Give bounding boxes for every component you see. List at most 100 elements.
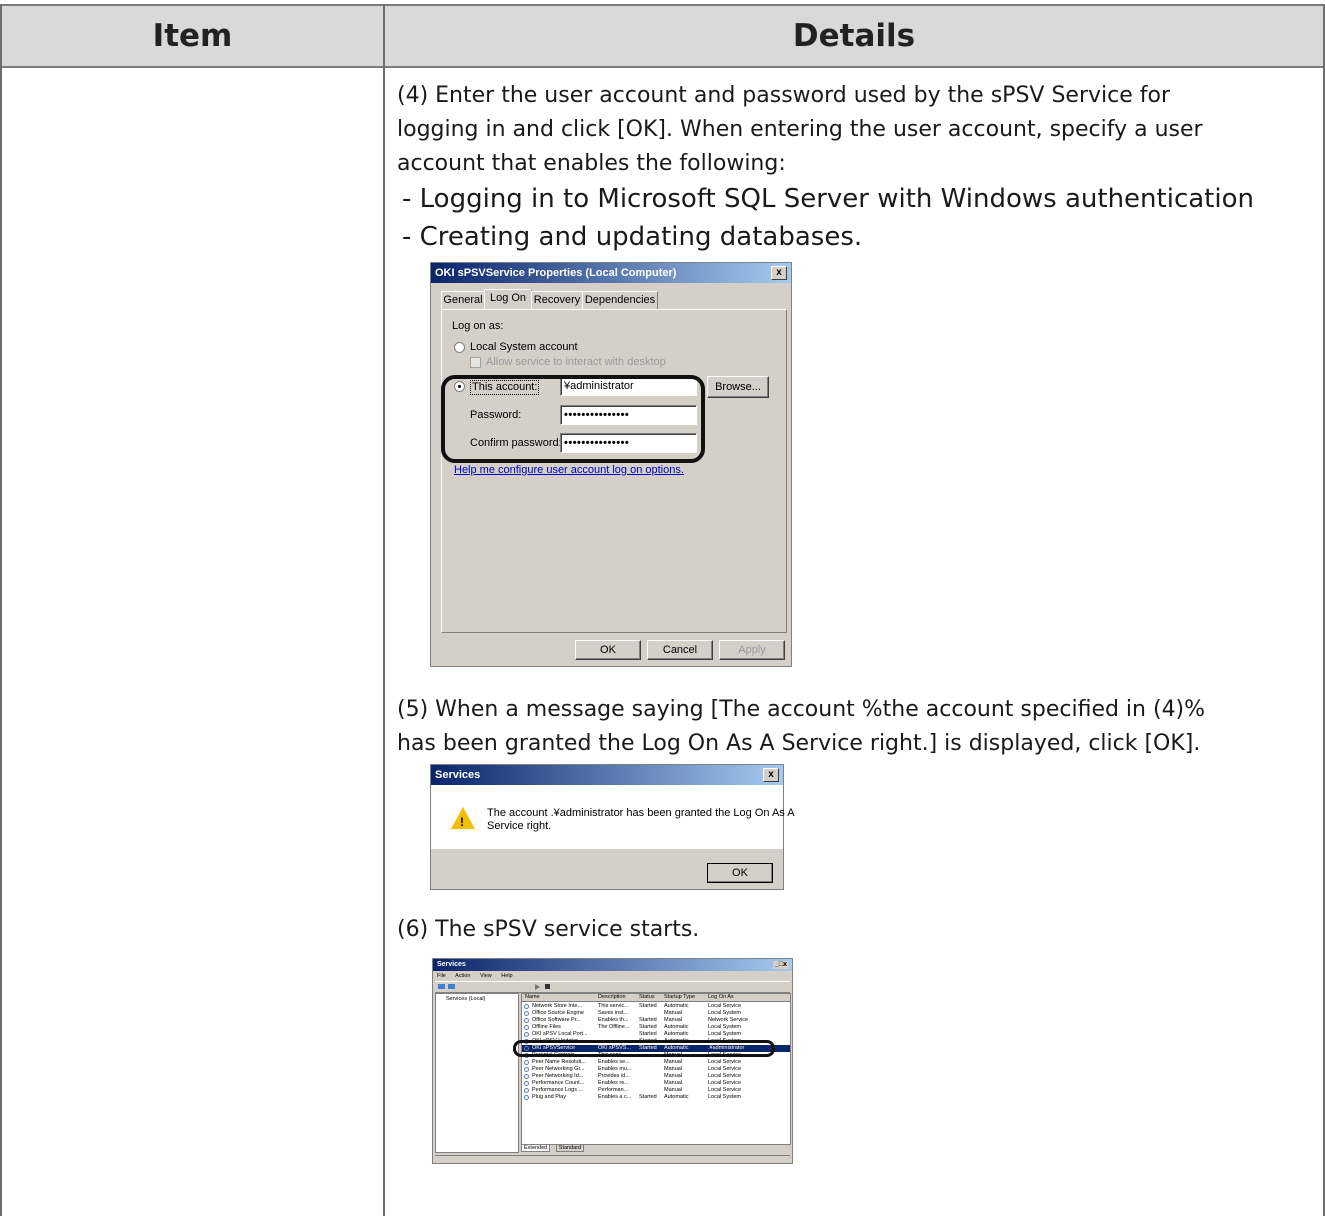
- close-icon[interactable]: x: [771, 266, 787, 280]
- header-details: Details: [385, 4, 1323, 68]
- cell-status: Started: [639, 1024, 657, 1030]
- cell-description: Enables mu...: [598, 1066, 632, 1072]
- cell-description: Provides id...: [598, 1073, 630, 1079]
- cell-description: Saves inst...: [598, 1010, 628, 1016]
- menu-view[interactable]: View: [480, 973, 492, 979]
- menu-action[interactable]: Action: [455, 973, 470, 979]
- step5-line2: has been granted the Log On As A Service…: [397, 731, 1201, 756]
- step4-bullet2: - Creating and updating databases.: [402, 222, 863, 252]
- back-icon[interactable]: [438, 984, 445, 989]
- col-startup-type[interactable]: Startup Type: [664, 994, 704, 1001]
- col-status[interactable]: Status: [639, 994, 661, 1001]
- log-on-panel: Log on as: Local System account Allow se…: [441, 309, 787, 633]
- help-link[interactable]: Help me configure user account log on op…: [454, 464, 684, 477]
- cell-startup-type: Manual: [664, 1073, 683, 1079]
- table-row[interactable]: Office Source Engine Saves inst... Manual L…: [522, 1010, 790, 1017]
- service-gear-icon: [524, 1018, 529, 1023]
- services-tree: Services (Local): [435, 993, 519, 1153]
- table-row[interactable]: OKI sPSV Local Port... Started Automatic Lo…: [522, 1031, 790, 1038]
- table-row[interactable]: Office Software Pr... Enables th... Starte…: [522, 1017, 790, 1024]
- close-icon[interactable]: x: [763, 768, 779, 782]
- cell-name: Performance Count...: [532, 1080, 585, 1086]
- tab-extended[interactable]: Extended: [521, 1144, 551, 1152]
- cell-name: Peer Networking Id...: [532, 1073, 584, 1079]
- services-title: Services: [437, 961, 466, 968]
- cell-description: Enables th...: [598, 1017, 629, 1023]
- cell-log-on-as: Local Service: [708, 1003, 742, 1009]
- services-menubar: File Action View Help: [437, 972, 513, 980]
- menu-file[interactable]: File: [437, 973, 446, 979]
- cell-log-on-as: Local System: [708, 1094, 742, 1100]
- play-icon[interactable]: [535, 984, 540, 990]
- service-gear-icon: [524, 1081, 529, 1086]
- service-properties-dialog: OKI sPSVService Properties (Local Comput…: [430, 262, 792, 667]
- service-gear-icon: [524, 1011, 529, 1016]
- step4-line3: account that enables the following:: [397, 151, 786, 176]
- message-body: ! The account .¥administrator has been g…: [431, 785, 795, 849]
- cell-status: Started: [639, 1094, 657, 1100]
- table-row[interactable]: Network Store Inte... This servic... Start…: [522, 1003, 790, 1010]
- bottom-tabs: Extended Standard: [521, 1144, 585, 1152]
- tab-recovery[interactable]: Recovery: [531, 291, 583, 309]
- step4-line1: (4) Enter the user account and password …: [397, 83, 1170, 108]
- service-gear-icon: [524, 1060, 529, 1065]
- message-title: Services: [435, 769, 481, 781]
- cell-name: Offline Files: [532, 1024, 561, 1030]
- cell-startup-type: Automatic: [664, 1003, 689, 1009]
- cell-status: Started: [639, 1031, 657, 1037]
- tab-general[interactable]: General: [441, 291, 485, 309]
- tab-standard[interactable]: Standard: [555, 1144, 585, 1152]
- cell-startup-type: Automatic: [664, 1031, 689, 1037]
- services-message-box: Services x ! The account .¥administrator…: [430, 764, 795, 890]
- step4-line2: logging in and click [OK]. When entering…: [397, 117, 1203, 142]
- cell-log-on-as: Local Service: [708, 1066, 742, 1072]
- table-row[interactable]: Peer Networking Gr... Enables mu... Manual…: [522, 1066, 790, 1073]
- allow-interact-label: Allow service to interact with desktop: [486, 356, 666, 368]
- col-name[interactable]: Name: [525, 994, 595, 1001]
- cell-description: Performan...: [598, 1087, 629, 1093]
- cell-startup-type: Manual: [664, 1066, 683, 1072]
- col-log-on-as[interactable]: Log On As: [708, 994, 768, 1001]
- column-divider: [383, 4, 385, 1216]
- log-on-as-label: Log on as:: [452, 320, 504, 332]
- table-row[interactable]: Offline Files The Offline... Started Automa…: [522, 1024, 790, 1031]
- service-gear-icon: [524, 1025, 529, 1030]
- cell-name: OKI sPSV Local Port...: [532, 1031, 588, 1037]
- cell-description: Enables a c...: [598, 1094, 632, 1100]
- message-ok-button[interactable]: OK: [707, 863, 773, 883]
- step4-bullet1: - Logging in to Microsoft SQL Server wit…: [402, 184, 1254, 214]
- step6-line1: (6) The sPSV service starts.: [397, 917, 700, 942]
- local-system-radio[interactable]: [454, 342, 465, 353]
- apply-button[interactable]: Apply: [719, 640, 785, 660]
- service-gear-icon: [524, 1074, 529, 1079]
- cell-name: Plug and Play: [532, 1094, 566, 1100]
- cell-startup-type: Manual: [664, 1010, 683, 1016]
- cell-log-on-as: Local Service: [708, 1087, 742, 1093]
- table-row[interactable]: Performance Logs ... Performan... Manual Lo…: [522, 1087, 790, 1094]
- tab-dependencies[interactable]: Dependencies: [582, 291, 658, 309]
- service-gear-icon: [524, 1032, 529, 1037]
- forward-icon[interactable]: [448, 984, 455, 989]
- col-description[interactable]: Description: [598, 994, 636, 1001]
- tab-log-on[interactable]: Log On: [484, 289, 532, 310]
- cell-description: This servic...: [598, 1003, 629, 1009]
- stop-icon[interactable]: [545, 984, 550, 989]
- cell-startup-type: Manual: [664, 1087, 683, 1093]
- window-controls-icon[interactable]: _□x: [772, 961, 789, 969]
- tree-item-services-local[interactable]: Services (Local): [446, 996, 485, 1002]
- table-row[interactable]: Peer Networking Id... Provides id... Manua…: [522, 1073, 790, 1080]
- account-highlight-frame: [441, 375, 705, 463]
- local-system-label[interactable]: Local System account: [470, 341, 578, 354]
- table-row[interactable]: Performance Count... Enables re... Manual L…: [522, 1080, 790, 1087]
- browse-button[interactable]: Browse...: [707, 376, 769, 398]
- header-item: Item: [2, 4, 383, 68]
- cell-log-on-as: Local System: [708, 1031, 742, 1037]
- ok-button[interactable]: OK: [575, 640, 641, 660]
- cancel-button[interactable]: Cancel: [647, 640, 713, 660]
- table-row[interactable]: Plug and Play Enables a c... Started Automa…: [522, 1094, 790, 1101]
- cell-log-on-as: Local Service: [708, 1080, 742, 1086]
- menu-help[interactable]: Help: [501, 973, 512, 979]
- allow-interact-checkbox[interactable]: [470, 357, 481, 368]
- cell-startup-type: Automatic: [664, 1024, 689, 1030]
- table-row[interactable]: Peer Name Resoluti... Enables se... Manual…: [522, 1059, 790, 1066]
